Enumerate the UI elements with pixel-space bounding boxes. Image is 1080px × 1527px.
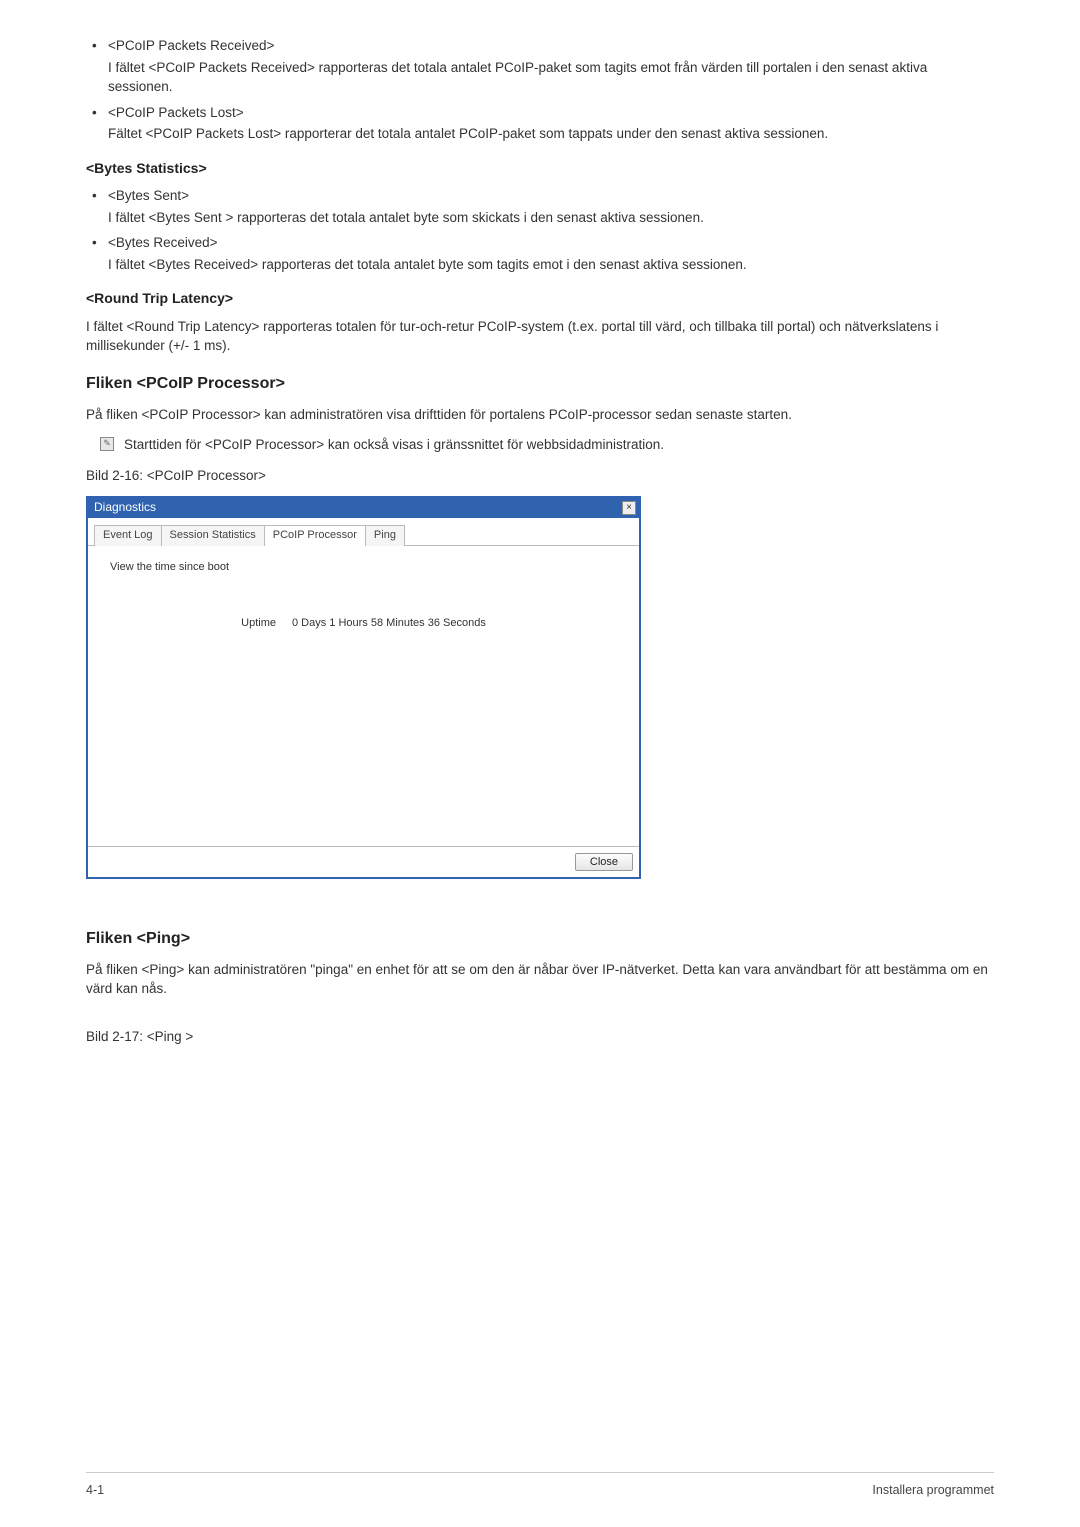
note-icon: ✎: [100, 437, 114, 451]
diagnostics-body-text: View the time since boot: [110, 560, 617, 576]
diagnostics-titlebar: Diagnostics ×: [88, 498, 639, 518]
processor-note-text: Starttiden för <PCoIP Processor> kan ock…: [124, 435, 664, 455]
page-footer: 4-1 Installera programmet: [86, 1472, 994, 1499]
processor-note-row: ✎ Starttiden för <PCoIP Processor> kan o…: [86, 435, 994, 455]
diagnostics-title: Diagnostics: [94, 499, 156, 516]
packets-lost-desc: Fältet <PCoIP Packets Lost> rapporterar …: [108, 122, 994, 144]
list-item: <Bytes Sent> I fältet <Bytes Sent > rapp…: [108, 186, 994, 227]
processor-desc: På fliken <PCoIP Processor> kan administ…: [86, 405, 994, 425]
tab-session-statistics[interactable]: Session Statistics: [161, 525, 265, 546]
latency-heading: <Round Trip Latency>: [86, 288, 994, 308]
footer-right: Installera programmet: [872, 1481, 994, 1499]
ping-desc: På fliken <Ping> kan administratören "pi…: [86, 960, 994, 999]
packets-received-title: <PCoIP Packets Received>: [108, 36, 994, 56]
processor-caption: Bild 2-16: <PCoIP Processor>: [86, 466, 994, 486]
uptime-row: Uptime 0 Days 1 Hours 58 Minutes 36 Seco…: [110, 616, 617, 632]
diagnostics-window: Diagnostics × Event Log Session Statisti…: [86, 496, 641, 879]
list-item: <Bytes Received> I fältet <Bytes Receive…: [108, 233, 994, 274]
close-button[interactable]: Close: [575, 853, 633, 871]
latency-desc: I fältet <Round Trip Latency> rapportera…: [86, 317, 994, 356]
diagnostics-body: View the time since boot Uptime 0 Days 1…: [88, 546, 639, 846]
footer-left: 4-1: [86, 1481, 104, 1499]
bytes-list: <Bytes Sent> I fältet <Bytes Sent > rapp…: [86, 186, 994, 274]
bytes-received-title: <Bytes Received>: [108, 233, 994, 253]
tab-pcoip-processor[interactable]: PCoIP Processor: [264, 525, 366, 546]
list-item: <PCoIP Packets Received> I fältet <PCoIP…: [108, 36, 994, 97]
tab-ping[interactable]: Ping: [365, 525, 405, 546]
packets-received-desc: I fältet <PCoIP Packets Received> rappor…: [108, 56, 994, 97]
bytes-sent-desc: I fältet <Bytes Sent > rapporteras det t…: [108, 206, 994, 228]
diagnostics-footer: Close: [88, 846, 639, 877]
ping-caption: Bild 2-17: <Ping >: [86, 1027, 994, 1047]
uptime-label: Uptime: [241, 616, 276, 632]
pcoip-packets-list: <PCoIP Packets Received> I fältet <PCoIP…: [86, 36, 994, 144]
uptime-value: 0 Days 1 Hours 58 Minutes 36 Seconds: [292, 616, 486, 632]
list-item: <PCoIP Packets Lost> Fältet <PCoIP Packe…: [108, 103, 994, 144]
packets-lost-title: <PCoIP Packets Lost>: [108, 103, 994, 123]
bytes-heading: <Bytes Statistics>: [86, 158, 994, 178]
ping-heading: Fliken <Ping>: [86, 927, 994, 950]
diagnostics-tabs: Event Log Session Statistics PCoIP Proce…: [88, 518, 639, 546]
close-icon[interactable]: ×: [622, 501, 636, 515]
tab-event-log[interactable]: Event Log: [94, 525, 162, 546]
processor-heading: Fliken <PCoIP Processor>: [86, 372, 994, 395]
bytes-received-desc: I fältet <Bytes Received> rapporteras de…: [108, 253, 994, 275]
bytes-sent-title: <Bytes Sent>: [108, 186, 994, 206]
